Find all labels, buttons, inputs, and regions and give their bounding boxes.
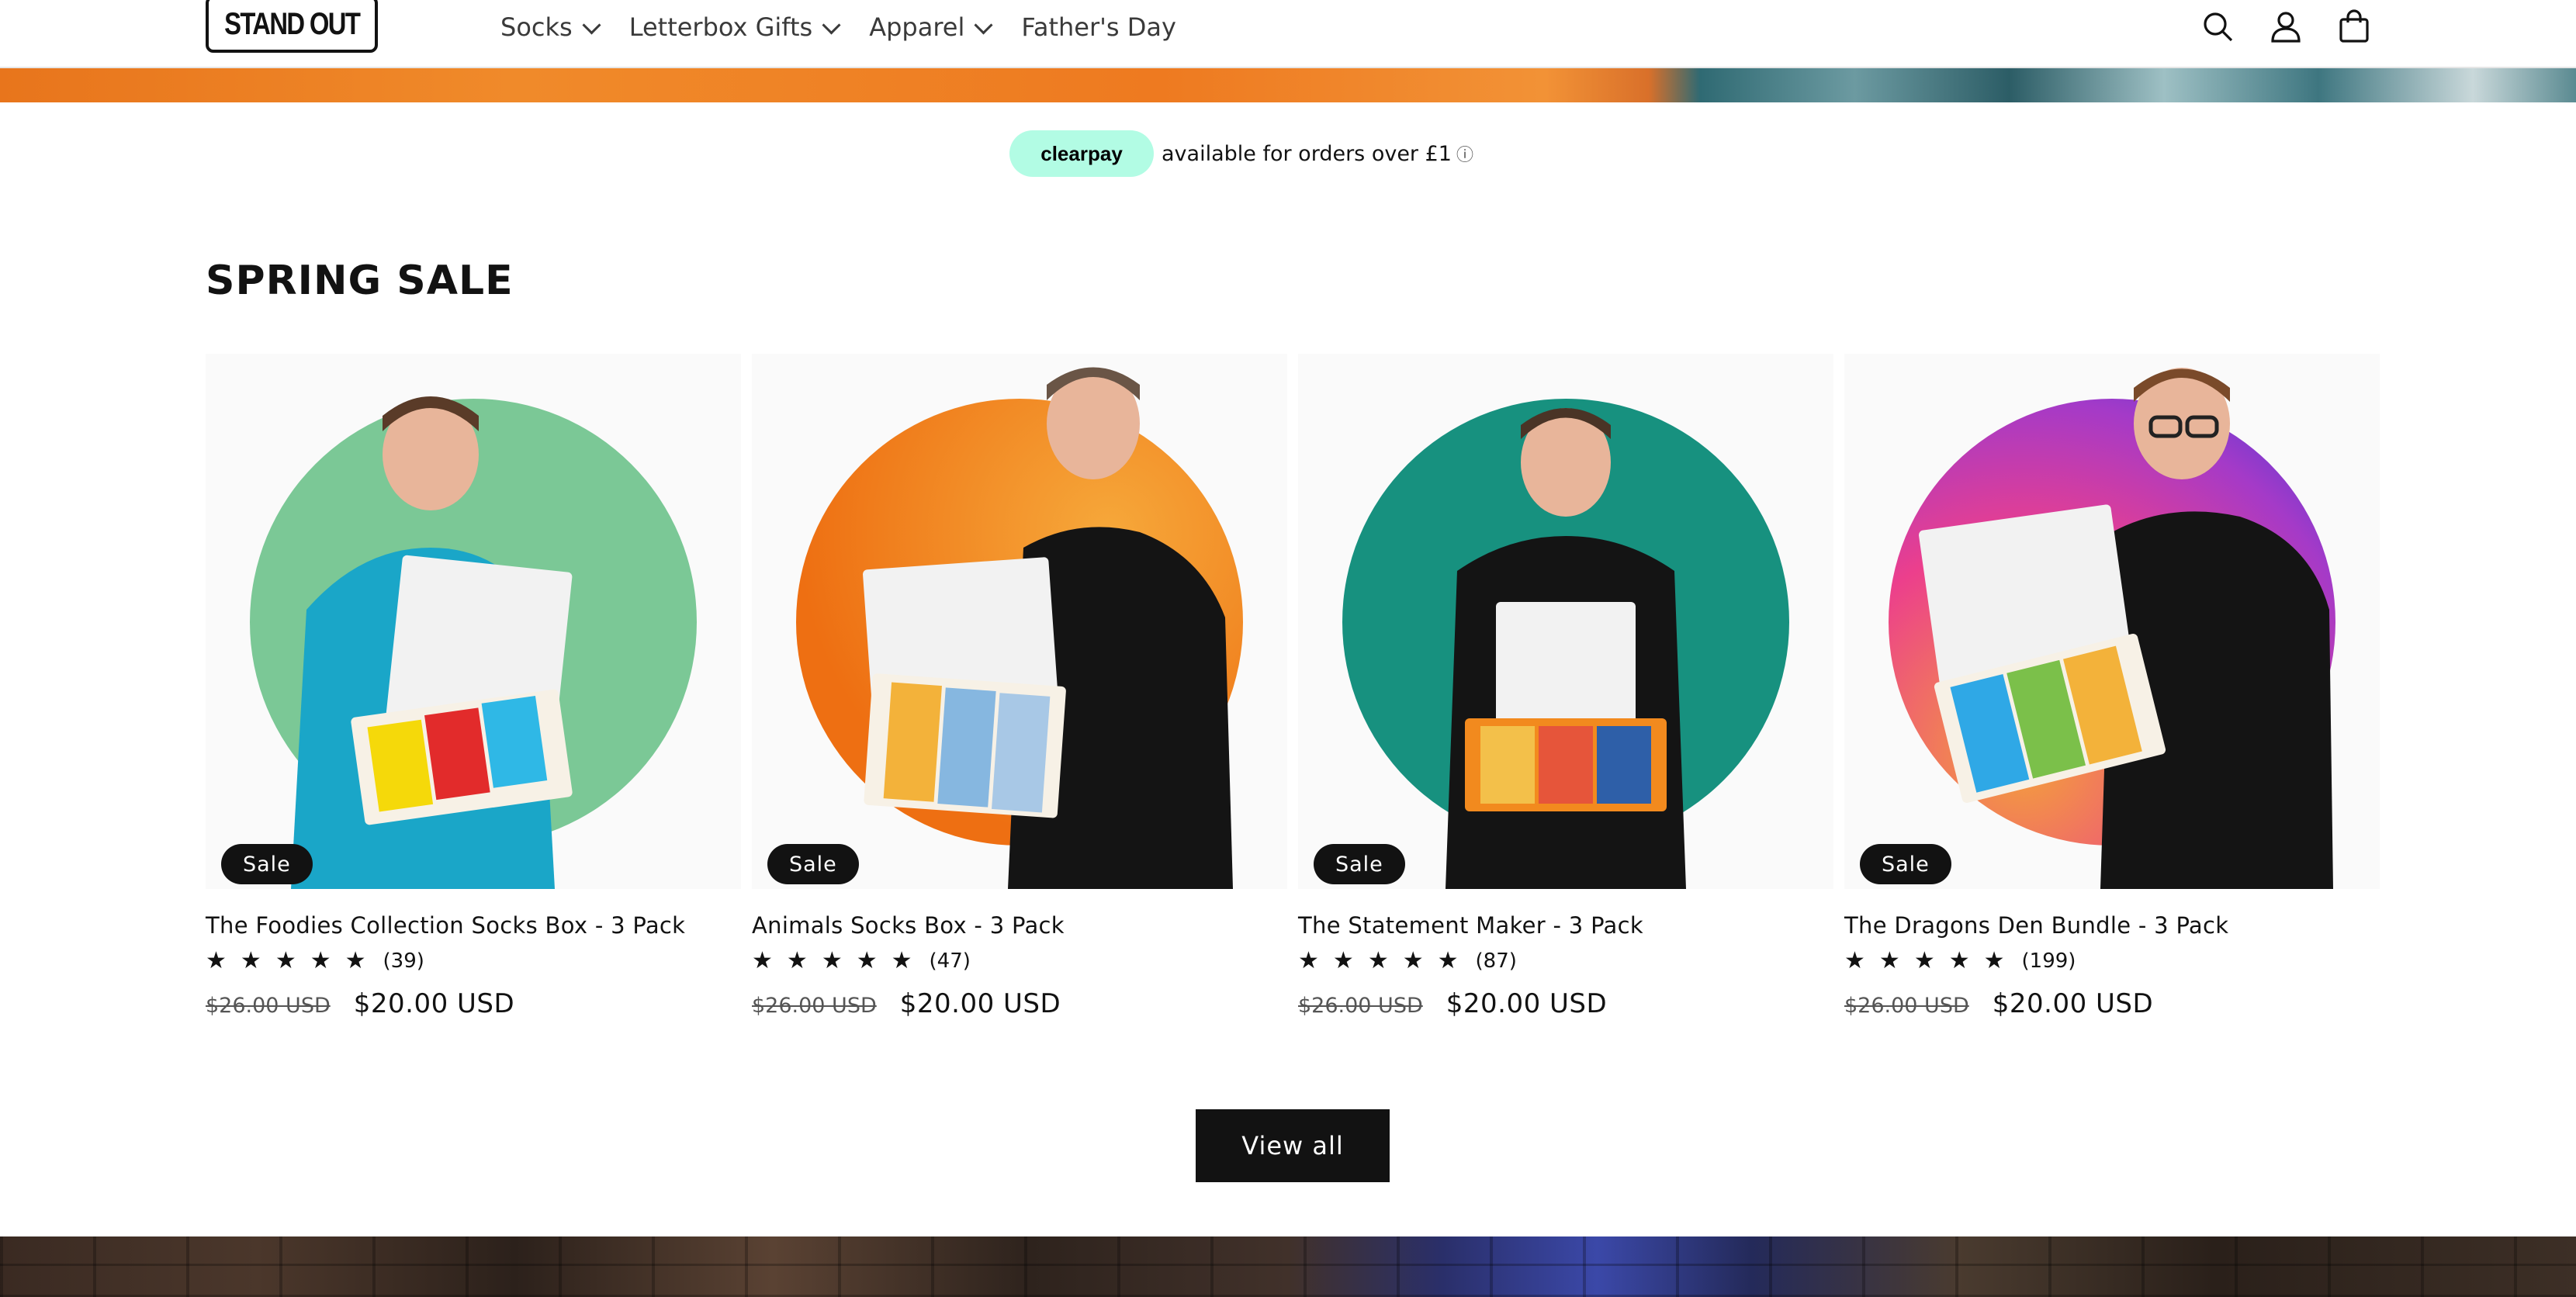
logo-text: STAND OUT bbox=[223, 6, 361, 41]
clearpay-logo: clearpay bbox=[1009, 130, 1155, 177]
product-image[interactable]: Sale bbox=[1298, 354, 1833, 889]
model-photo bbox=[863, 367, 1233, 889]
star-icon: ★ bbox=[206, 947, 227, 974]
model-photo bbox=[1446, 408, 1686, 889]
chevron-down-icon bbox=[822, 15, 841, 35]
sale-badge: Sale bbox=[221, 844, 313, 884]
search-icon[interactable] bbox=[2196, 5, 2239, 48]
star-icon: ★ bbox=[786, 947, 808, 974]
account-icon[interactable] bbox=[2264, 5, 2308, 48]
star-icon: ★ bbox=[1913, 947, 1935, 974]
star-icon: ★ bbox=[856, 947, 878, 974]
star-icon: ★ bbox=[1402, 947, 1424, 974]
star-icon: ★ bbox=[345, 947, 366, 974]
product-title[interactable]: The Foodies Collection Socks Box - 3 Pac… bbox=[206, 912, 741, 939]
sale-price: $20.00 USD bbox=[1992, 988, 2154, 1019]
star-icon: ★ bbox=[1878, 947, 1900, 974]
product-rating: ★ ★ ★ ★ ★ (199) bbox=[1844, 949, 2380, 974]
brick-wall-texture bbox=[0, 1236, 2576, 1297]
regular-price: $26.00 USD bbox=[1298, 994, 1423, 1018]
product-rating: ★ ★ ★ ★ ★ (39) bbox=[206, 949, 741, 974]
clearpay-text: available for orders over £1 bbox=[1162, 141, 1452, 166]
product-title[interactable]: The Statement Maker - 3 Pack bbox=[1298, 912, 1833, 939]
product-rating: ★ ★ ★ ★ ★ (47) bbox=[752, 949, 1287, 974]
sale-price: $20.00 USD bbox=[1446, 988, 1608, 1019]
star-rating: ★ ★ ★ ★ ★ bbox=[206, 949, 380, 973]
main-nav: Socks Letterbox Gifts Apparel Father's D… bbox=[500, 0, 1207, 54]
sale-badge: Sale bbox=[1314, 844, 1405, 884]
model-photo bbox=[291, 396, 573, 889]
review-count: (87) bbox=[1475, 949, 1517, 973]
review-count: (199) bbox=[2021, 949, 2076, 973]
star-icon: ★ bbox=[240, 947, 261, 974]
nav-item-letterbox-gifts[interactable]: Letterbox Gifts bbox=[628, 12, 841, 42]
next-section-image bbox=[0, 1236, 2576, 1297]
star-icon: ★ bbox=[821, 947, 843, 974]
review-count: (39) bbox=[383, 949, 424, 973]
section-title: SPRING SALE bbox=[206, 258, 514, 304]
star-icon: ★ bbox=[752, 947, 773, 974]
review-count: (47) bbox=[929, 949, 971, 973]
price: $26.00 USD $20.00 USD bbox=[752, 988, 1287, 1019]
nav-item-label: Letterbox Gifts bbox=[628, 12, 813, 42]
cart-icon[interactable] bbox=[2332, 5, 2376, 48]
regular-price: $26.00 USD bbox=[752, 994, 877, 1018]
product-title[interactable]: Animals Socks Box - 3 Pack bbox=[752, 912, 1287, 939]
sale-price: $20.00 USD bbox=[899, 988, 1061, 1019]
nav-item-label: Apparel bbox=[869, 12, 965, 42]
hero-banner-image bbox=[0, 68, 2576, 102]
info-icon[interactable]: ⓘ bbox=[1456, 141, 1473, 166]
product-card[interactable]: Sale The Dragons Den Bundle - 3 Pack ★ ★ ★… bbox=[1844, 354, 2380, 1019]
product-title[interactable]: The Dragons Den Bundle - 3 Pack bbox=[1844, 912, 2380, 939]
star-icon: ★ bbox=[1437, 947, 1459, 974]
chevron-down-icon bbox=[582, 15, 601, 35]
nav-item-socks[interactable]: Socks bbox=[500, 12, 601, 42]
clearpay-notice: clearpay available for orders over £1 ⓘ bbox=[0, 129, 2576, 178]
header-icons bbox=[2196, 5, 2401, 48]
product-image[interactable]: Sale bbox=[1844, 354, 2380, 889]
sale-badge: Sale bbox=[1860, 844, 1951, 884]
clearpay-badge-text: clearpay bbox=[1040, 141, 1123, 165]
regular-price: $26.00 USD bbox=[1844, 994, 1969, 1018]
sale-price: $20.00 USD bbox=[353, 988, 515, 1019]
star-icon: ★ bbox=[275, 947, 296, 974]
product-card[interactable]: Sale The Statement Maker - 3 Pack ★ ★ ★ ★ ★ … bbox=[1298, 354, 1833, 1019]
nav-item-label: Father's Day bbox=[1021, 12, 1176, 42]
product-card[interactable]: Sale The Foodies Collection Socks Box - … bbox=[206, 354, 741, 1019]
star-icon: ★ bbox=[1948, 947, 1970, 974]
price: $26.00 USD $20.00 USD bbox=[1844, 988, 2380, 1019]
nav-item-fathers-day[interactable]: Father's Day bbox=[1021, 12, 1176, 42]
view-all-button[interactable]: View all bbox=[1196, 1109, 1390, 1182]
nav-item-apparel[interactable]: Apparel bbox=[869, 12, 993, 42]
star-icon: ★ bbox=[1367, 947, 1389, 974]
model-photo bbox=[1918, 368, 2333, 889]
star-icon: ★ bbox=[1983, 947, 2005, 974]
star-rating: ★ ★ ★ ★ ★ bbox=[1298, 949, 1473, 973]
site-header: STAND OUT Socks Letterbox Gifts Apparel … bbox=[0, 0, 2576, 68]
star-rating: ★ ★ ★ ★ ★ bbox=[752, 949, 926, 973]
sale-badge: Sale bbox=[767, 844, 859, 884]
product-rating: ★ ★ ★ ★ ★ (87) bbox=[1298, 949, 1833, 974]
store-logo[interactable]: STAND OUT bbox=[206, 0, 378, 53]
price: $26.00 USD $20.00 USD bbox=[206, 988, 741, 1019]
product-image[interactable]: Sale bbox=[206, 354, 741, 889]
regular-price: $26.00 USD bbox=[206, 994, 331, 1018]
star-rating: ★ ★ ★ ★ ★ bbox=[1844, 949, 2019, 973]
star-icon: ★ bbox=[891, 947, 912, 974]
product-image[interactable]: Sale bbox=[752, 354, 1287, 889]
star-icon: ★ bbox=[1332, 947, 1354, 974]
star-icon: ★ bbox=[310, 947, 331, 974]
star-icon: ★ bbox=[1844, 947, 1865, 974]
price: $26.00 USD $20.00 USD bbox=[1298, 988, 1833, 1019]
chevron-down-icon bbox=[974, 15, 993, 35]
nav-item-label: Socks bbox=[500, 12, 573, 42]
star-icon: ★ bbox=[1298, 947, 1319, 974]
product-card[interactable]: Sale Animals Socks Box - 3 Pack ★ ★ ★ ★ ★ (4… bbox=[752, 354, 1287, 1019]
